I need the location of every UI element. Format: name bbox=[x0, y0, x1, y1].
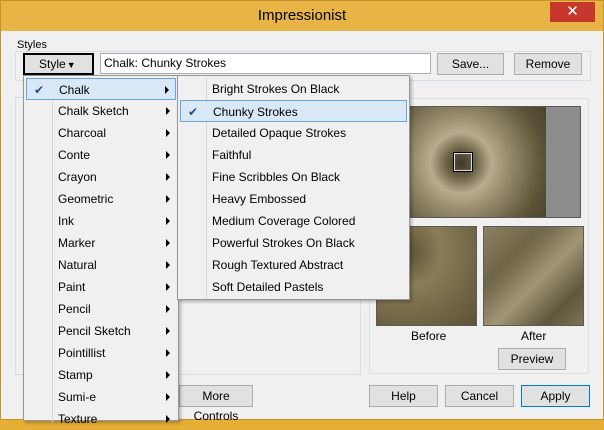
checkmark-icon: ✔ bbox=[34, 83, 45, 97]
submenu-arrow-icon bbox=[166, 239, 170, 247]
style-menu-item-label: Marker bbox=[58, 236, 96, 250]
style-menu-item-natural[interactable]: Natural bbox=[26, 254, 176, 276]
style-menu-item-label: Texture bbox=[58, 412, 98, 426]
style-menu-item-geometric[interactable]: Geometric bbox=[26, 188, 176, 210]
submenu-arrow-icon bbox=[166, 129, 170, 137]
chalk-submenu-item-soft-detailed-pastels[interactable]: Soft Detailed Pastels bbox=[180, 276, 407, 298]
help-button[interactable]: Help bbox=[369, 385, 438, 407]
style-menu-item-pointillist[interactable]: Pointillist bbox=[26, 342, 176, 364]
impressionist-dialog: Impressionist ✕ Styles Style▼ Chalk: Chu… bbox=[0, 0, 604, 426]
chalk-submenu-item-label: Faithful bbox=[212, 148, 252, 162]
submenu-arrow-icon bbox=[166, 415, 170, 423]
before-label: Before bbox=[411, 329, 447, 343]
style-menu-item-label: Geometric bbox=[58, 192, 114, 206]
style-menu-item-pencil-sketch[interactable]: Pencil Sketch bbox=[26, 320, 176, 342]
chalk-submenu: Bright Strokes On Black ✔ Chunky Strokes De… bbox=[177, 75, 410, 300]
chalk-submenu-item-label: Detailed Opaque Strokes bbox=[212, 126, 347, 140]
style-menu-item-conte[interactable]: Conte bbox=[26, 144, 176, 166]
style-button-label: Style bbox=[39, 57, 66, 71]
submenu-arrow-icon bbox=[166, 217, 170, 225]
more-controls-button[interactable]: More Controls bbox=[179, 385, 253, 423]
submenu-arrow-icon bbox=[166, 151, 170, 159]
chalk-submenu-item-label: Bright Strokes On Black bbox=[212, 82, 340, 96]
style-menu-item-chalk-sketch[interactable]: Chalk Sketch bbox=[26, 100, 176, 122]
style-dropdown-button[interactable]: Style▼ bbox=[23, 53, 94, 75]
submenu-arrow-icon bbox=[166, 173, 170, 181]
style-menu-item-stamp[interactable]: Stamp bbox=[26, 364, 176, 386]
after-label: After bbox=[521, 329, 547, 343]
chalk-submenu-item-label: Medium Coverage Colored bbox=[212, 214, 356, 228]
style-menu-item-label: Sumi-e bbox=[58, 390, 97, 404]
chalk-submenu-item-chunky-strokes[interactable]: ✔ Chunky Strokes bbox=[180, 100, 407, 122]
style-menu-item-label: Paint bbox=[58, 280, 86, 294]
remove-button[interactable]: Remove bbox=[514, 53, 582, 75]
style-menu-item-marker[interactable]: Marker bbox=[26, 232, 176, 254]
style-menu-item-chalk[interactable]: ✔ Chalk bbox=[26, 78, 176, 100]
submenu-arrow-icon bbox=[165, 86, 169, 94]
style-menu-item-label: Stamp bbox=[58, 368, 93, 382]
chalk-submenu-item-detailed-opaque-strokes[interactable]: Detailed Opaque Strokes bbox=[180, 122, 407, 144]
styles-group-label: Styles bbox=[17, 39, 47, 51]
chalk-submenu-item-label: Chunky Strokes bbox=[213, 105, 298, 119]
chalk-submenu-item-rough-textured-abstract[interactable]: Rough Textured Abstract bbox=[180, 254, 407, 276]
chalk-submenu-item-faithful[interactable]: Faithful bbox=[180, 144, 407, 166]
style-menu-item-label: Ink bbox=[58, 214, 75, 228]
preview-button[interactable]: Preview bbox=[498, 348, 566, 370]
style-menu-item-label: Conte bbox=[58, 148, 91, 162]
title-bar[interactable]: Impressionist ✕ bbox=[1, 1, 603, 31]
cancel-button[interactable]: Cancel bbox=[445, 385, 514, 407]
style-menu-item-label: Pencil bbox=[58, 302, 91, 316]
style-menu-item-charcoal[interactable]: Charcoal bbox=[26, 122, 176, 144]
chalk-submenu-item-label: Soft Detailed Pastels bbox=[212, 280, 324, 294]
submenu-arrow-icon bbox=[166, 349, 170, 357]
preview-focus-box[interactable] bbox=[453, 152, 473, 172]
style-menu-item-sumi-e[interactable]: Sumi-e bbox=[26, 386, 176, 408]
apply-button[interactable]: Apply bbox=[521, 385, 590, 407]
style-menu-item-texture[interactable]: Texture bbox=[26, 408, 176, 430]
chalk-submenu-item-label: Powerful Strokes On Black bbox=[212, 236, 355, 250]
style-menu-item-pencil[interactable]: Pencil bbox=[26, 298, 176, 320]
style-category-menu: ✔ Chalk Chalk Sketch Charcoal Conte Crayon Geo… bbox=[23, 75, 179, 426]
checkmark-icon: ✔ bbox=[188, 105, 199, 119]
style-menu-item-label: Pointillist bbox=[58, 346, 106, 360]
submenu-arrow-icon bbox=[166, 305, 170, 313]
chalk-submenu-item-label: Rough Textured Abstract bbox=[212, 258, 344, 272]
submenu-arrow-icon bbox=[166, 393, 170, 401]
style-menu-item-label: Natural bbox=[58, 258, 97, 272]
style-menu-item-label: Crayon bbox=[58, 170, 97, 184]
style-menu-item-label: Pencil Sketch bbox=[58, 324, 131, 338]
chalk-submenu-item-label: Heavy Embossed bbox=[212, 192, 307, 206]
window-title: Impressionist bbox=[257, 7, 347, 24]
chalk-submenu-item-heavy-embossed[interactable]: Heavy Embossed bbox=[180, 188, 407, 210]
close-icon: ✕ bbox=[566, 2, 579, 20]
dropdown-arrow-icon: ▼ bbox=[66, 60, 76, 70]
style-menu-item-crayon[interactable]: Crayon bbox=[26, 166, 176, 188]
submenu-arrow-icon bbox=[166, 283, 170, 291]
current-style-field[interactable]: Chalk: Chunky Strokes bbox=[100, 53, 431, 74]
chalk-submenu-item-label: Fine Scribbles On Black bbox=[212, 170, 341, 184]
style-menu-item-label: Charcoal bbox=[58, 126, 107, 140]
submenu-arrow-icon bbox=[166, 371, 170, 379]
close-button[interactable]: ✕ bbox=[550, 2, 595, 22]
save-button[interactable]: Save... bbox=[437, 53, 504, 75]
chalk-submenu-item-medium-coverage-colored[interactable]: Medium Coverage Colored bbox=[180, 210, 407, 232]
style-menu-item-ink[interactable]: Ink bbox=[26, 210, 176, 232]
after-thumbnail bbox=[483, 226, 584, 326]
submenu-arrow-icon bbox=[166, 107, 170, 115]
submenu-arrow-icon bbox=[166, 327, 170, 335]
style-menu-item-paint[interactable]: Paint bbox=[26, 276, 176, 298]
chalk-submenu-item-powerful-strokes-on-black[interactable]: Powerful Strokes On Black bbox=[180, 232, 407, 254]
submenu-arrow-icon bbox=[166, 261, 170, 269]
chalk-submenu-item-fine-scribbles-on-black[interactable]: Fine Scribbles On Black bbox=[180, 166, 407, 188]
chalk-submenu-item-bright-strokes-on-black[interactable]: Bright Strokes On Black bbox=[180, 78, 407, 100]
style-menu-item-label: Chalk Sketch bbox=[58, 104, 129, 118]
style-menu-item-label: Chalk bbox=[59, 83, 90, 97]
submenu-arrow-icon bbox=[166, 195, 170, 203]
